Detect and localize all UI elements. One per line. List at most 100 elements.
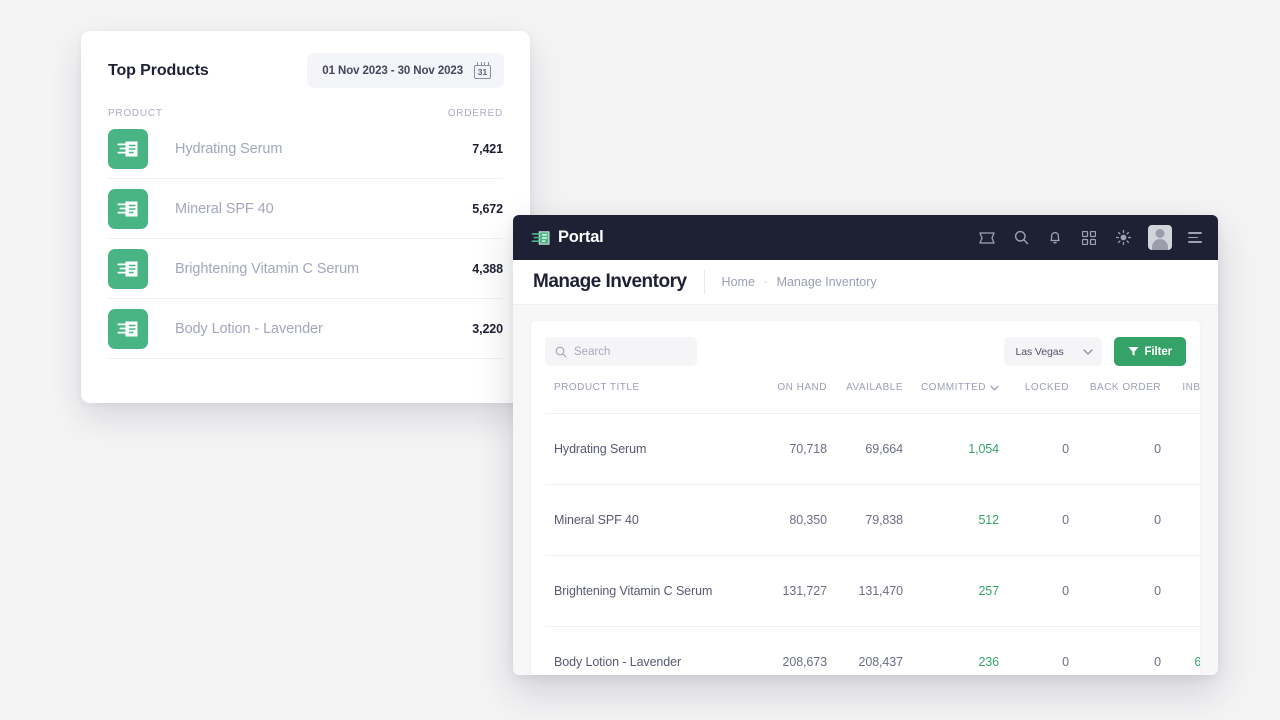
cell-back-order: 0 [1069, 484, 1161, 556]
cell-product-title: Brightening Vitamin C Serum [545, 555, 755, 627]
cell-on-hand: 131,727 [755, 555, 827, 627]
avatar-head [1155, 229, 1165, 238]
list-item[interactable]: Brightening Vitamin C Serum 4,388 [108, 239, 503, 299]
cell-product-title: Body Lotion - Lavender [545, 626, 755, 675]
product-ordered-count: 5,672 [472, 201, 503, 216]
calendar-day-number: 31 [477, 67, 488, 77]
shipping-document-icon [117, 141, 138, 156]
cell-on-hand: 208,673 [755, 626, 827, 675]
location-select[interactable]: Las Vegas [1004, 337, 1103, 366]
filter-funnel-icon [1128, 347, 1139, 356]
product-ordered-count: 3,220 [472, 321, 503, 336]
chevron-down-icon [990, 385, 999, 390]
location-select-value: Las Vegas [1015, 345, 1064, 358]
search-placeholder: Search [574, 345, 611, 358]
search-icon [555, 346, 567, 358]
product-avatar-icon [108, 248, 148, 289]
inventory-table-body: Hydrating Serum 70,718 69,664 1,054 0 0 … [545, 413, 1200, 675]
portal-brand[interactable]: Portal [531, 228, 604, 247]
cell-locked: 0 [999, 413, 1069, 485]
inventory-table-head: PRODUCT TITLE ON HAND AVAILABLE COMMITTE… [545, 382, 1200, 414]
portal-window: Portal Manage Inventory Home - Manage In… [513, 215, 1218, 675]
table-header-row: PRODUCT TITLE ON HAND AVAILABLE COMMITTE… [545, 382, 1200, 414]
top-products-title: Top Products [108, 61, 209, 79]
sun-theme-icon[interactable] [1114, 229, 1132, 247]
cell-committed: 512 [903, 484, 999, 556]
list-item[interactable]: Body Lotion - Lavender 3,220 [108, 299, 503, 359]
cell-inbound: 66,798 [1161, 626, 1200, 675]
column-header-product-title[interactable]: PRODUCT TITLE [545, 382, 755, 414]
column-header-committed[interactable]: COMMITTED [903, 382, 999, 414]
search-icon[interactable] [1012, 229, 1030, 247]
cell-back-order: 0 [1069, 413, 1161, 485]
inventory-panel: Search Las Vegas Filter PRODUCT TITLE ON… [531, 321, 1200, 675]
cell-back-order: 0 [1069, 555, 1161, 627]
top-products-header: Top Products 01 Nov 2023 - 30 Nov 2023 3… [81, 31, 530, 88]
portal-brand-label: Portal [558, 228, 604, 246]
list-item[interactable]: Mineral SPF 40 5,672 [108, 179, 503, 239]
product-ordered-count: 4,388 [472, 261, 503, 276]
cell-available: 79,838 [827, 484, 903, 556]
chevron-down-icon [1083, 348, 1094, 355]
cell-available: 69,664 [827, 413, 903, 485]
filter-button[interactable]: Filter [1114, 337, 1186, 366]
top-products-list: Hydrating Serum 7,421 Mineral SPF 40 5,6… [81, 119, 530, 359]
column-header-inbound[interactable]: INBOUND [1161, 382, 1200, 414]
column-header-on-hand[interactable]: ON HAND [755, 382, 827, 414]
inventory-toolbar: Search Las Vegas Filter [545, 321, 1186, 366]
portal-topbar: Portal [513, 215, 1218, 260]
avatar[interactable] [1148, 225, 1172, 250]
cell-locked: 0 [999, 484, 1069, 556]
calendar-icon: 31 [474, 62, 491, 79]
cell-inbound: 0 [1161, 484, 1200, 556]
cell-on-hand: 80,350 [755, 484, 827, 556]
column-header-committed-label: COMMITTED [920, 382, 986, 393]
search-input[interactable]: Search [545, 337, 697, 366]
hamburger-menu-icon[interactable] [1188, 232, 1202, 243]
cell-committed: 257 [903, 555, 999, 627]
breadcrumb-home[interactable]: Home [722, 275, 755, 289]
page-header: Manage Inventory Home - Manage Inventory [513, 260, 1218, 305]
cell-committed: 236 [903, 626, 999, 675]
table-row[interactable]: Hydrating Serum 70,718 69,664 1,054 0 0 … [545, 413, 1200, 485]
cell-locked: 0 [999, 626, 1069, 675]
avatar-body [1152, 239, 1168, 250]
breadcrumb-current: Manage Inventory [776, 275, 877, 289]
page-title: Manage Inventory [533, 271, 687, 292]
topbar-icon-group [978, 225, 1202, 250]
date-range-picker[interactable]: 01 Nov 2023 - 30 Nov 2023 31 [307, 53, 504, 88]
bell-icon[interactable] [1046, 229, 1064, 247]
cell-committed: 1,054 [903, 413, 999, 485]
cell-inbound: 0 [1161, 413, 1200, 485]
cell-product-title: Hydrating Serum [545, 413, 755, 485]
table-row[interactable]: Body Lotion - Lavender 208,673 208,437 2… [545, 626, 1200, 675]
shipping-document-icon [117, 261, 138, 276]
breadcrumb-separator: - [763, 276, 768, 288]
cell-available: 131,470 [827, 555, 903, 627]
date-range-label: 01 Nov 2023 - 30 Nov 2023 [322, 64, 463, 77]
shipping-document-icon [117, 201, 138, 216]
product-ordered-count: 7,421 [472, 141, 503, 156]
cell-back-order: 0 [1069, 626, 1161, 675]
product-avatar-icon [108, 308, 148, 349]
table-row[interactable]: Mineral SPF 40 80,350 79,838 512 0 0 0 [545, 484, 1200, 556]
table-row[interactable]: Brightening Vitamin C Serum 131,727 131,… [545, 555, 1200, 627]
product-name: Hydrating Serum [175, 140, 283, 157]
content-wrapper: Search Las Vegas Filter PRODUCT TITLE ON… [513, 305, 1218, 675]
grid-apps-icon[interactable] [1080, 229, 1098, 247]
cell-locked: 0 [999, 555, 1069, 627]
top-products-column-headers: PRODUCT ORDERED [81, 88, 530, 119]
column-header-locked[interactable]: LOCKED [999, 382, 1069, 414]
column-header-ordered: ORDERED [447, 108, 503, 119]
cell-available: 208,437 [827, 626, 903, 675]
cell-inbound: 0 [1161, 555, 1200, 627]
column-header-available[interactable]: AVAILABLE [827, 382, 903, 414]
ticket-icon[interactable] [978, 229, 996, 247]
cell-on-hand: 70,718 [755, 413, 827, 485]
list-item[interactable]: Hydrating Serum 7,421 [108, 119, 503, 179]
inventory-table: PRODUCT TITLE ON HAND AVAILABLE COMMITTE… [545, 382, 1200, 675]
breadcrumb: Home - Manage Inventory [722, 275, 877, 289]
shipping-document-icon [117, 321, 138, 336]
top-products-card: Top Products 01 Nov 2023 - 30 Nov 2023 3… [81, 31, 530, 403]
column-header-back-order[interactable]: BACK ORDER [1069, 382, 1161, 414]
